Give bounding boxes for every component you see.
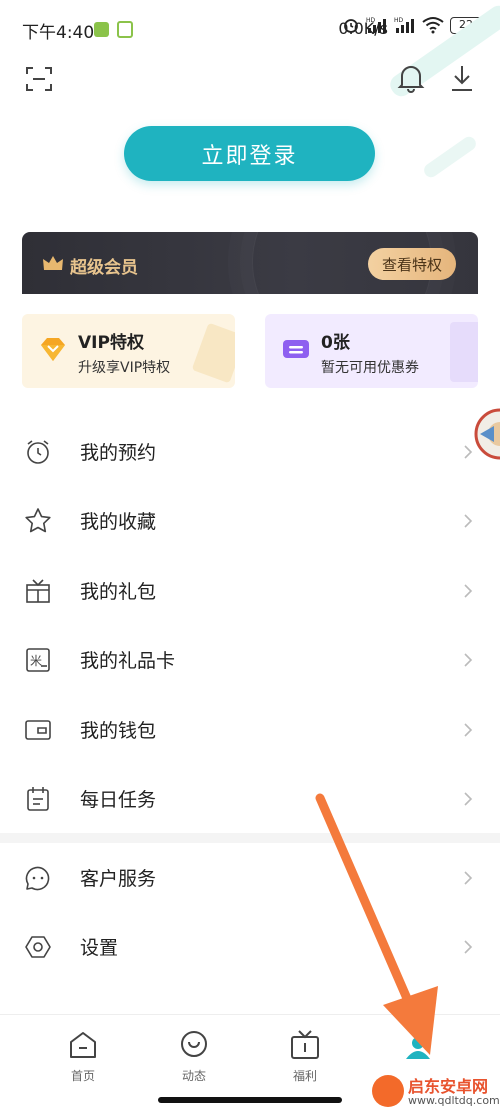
menu-item-customer-service[interactable]: 客户服务 bbox=[0, 843, 500, 912]
vip-diamond-icon bbox=[41, 338, 65, 361]
menu-label: 每日任务 bbox=[80, 789, 157, 811]
settings-icon bbox=[25, 935, 51, 958]
home-indicator[interactable] bbox=[158, 1097, 342, 1103]
coupon-card-title: 0张 bbox=[321, 333, 350, 353]
super-vip-banner[interactable]: 超级会员 查看特权 bbox=[22, 232, 478, 298]
alarm-clock-icon bbox=[27, 439, 49, 464]
customer-service-icon bbox=[25, 866, 50, 890]
view-privileges-button[interactable]: 查看特权 bbox=[368, 248, 456, 280]
nav-feed[interactable]: 动态 bbox=[154, 1029, 234, 1095]
nav-home-label: 首页 bbox=[70, 1069, 95, 1083]
vip-privilege-card[interactable]: VIP特权 升级享VIP特权 bbox=[22, 314, 235, 388]
menu-label: 我的预约 bbox=[80, 442, 157, 464]
signal-icon: HD bbox=[366, 17, 386, 33]
notification-app-icon bbox=[94, 22, 109, 37]
menu-item-gift-packs[interactable]: 我的礼包 bbox=[0, 556, 500, 625]
chevron-right-icon bbox=[464, 583, 473, 598]
svg-text:HD: HD bbox=[394, 17, 404, 24]
chevron-right-icon bbox=[464, 652, 473, 667]
menu-label: 我的钱包 bbox=[80, 720, 157, 742]
watermark-logo-icon bbox=[372, 1075, 404, 1107]
coupon-card-subtitle: 暂无可用优惠券 bbox=[321, 360, 419, 376]
crown-icon bbox=[43, 256, 63, 270]
menu-item-wallet[interactable]: 我的钱包 bbox=[0, 695, 500, 764]
card-decoration bbox=[191, 322, 235, 384]
wallet-icon bbox=[25, 719, 51, 740]
svg-text:HD: HD bbox=[366, 17, 376, 24]
alarm-icon bbox=[344, 19, 358, 33]
login-button[interactable]: 立即登录 bbox=[124, 126, 375, 181]
profile-icon bbox=[406, 1037, 430, 1059]
feed-icon bbox=[181, 1031, 207, 1057]
star-icon bbox=[25, 507, 51, 532]
menu-label: 设置 bbox=[80, 937, 119, 959]
menu-item-daily-tasks[interactable]: 每日任务 bbox=[0, 764, 500, 833]
menu-item-favorites[interactable]: 我的收藏 bbox=[0, 486, 500, 555]
header-decoration-2 bbox=[421, 134, 479, 180]
vip-card-title: VIP特权 bbox=[78, 333, 144, 353]
menu-label: 我的礼品卡 bbox=[80, 650, 176, 672]
signal-icon-2: HD bbox=[394, 17, 414, 33]
svg-text:米: 米 bbox=[30, 654, 42, 668]
coupon-card[interactable]: 0张 暂无可用优惠券 bbox=[265, 314, 478, 388]
vip-banner-title: 超级会员 bbox=[70, 258, 138, 278]
watermark-url: www.qdltdq.com bbox=[408, 1094, 500, 1107]
calendar-task-icon bbox=[27, 786, 49, 811]
nav-welfare[interactable]: 福利 bbox=[265, 1029, 345, 1095]
menu-label: 我的收藏 bbox=[80, 511, 157, 533]
nav-home[interactable]: 首页 bbox=[43, 1029, 123, 1095]
home-icon bbox=[70, 1032, 96, 1058]
download-icon[interactable] bbox=[447, 62, 477, 94]
chevron-right-icon bbox=[464, 722, 473, 737]
floating-mascot-icon[interactable] bbox=[466, 404, 500, 462]
gift-tv-icon bbox=[291, 1030, 319, 1059]
card-decoration bbox=[450, 322, 478, 382]
wifi-icon bbox=[422, 17, 444, 34]
gift-card-icon: 米 bbox=[26, 647, 50, 672]
scan-icon[interactable] bbox=[24, 64, 54, 94]
chevron-right-icon bbox=[464, 513, 473, 528]
nav-welfare-label: 福利 bbox=[292, 1069, 317, 1083]
menu-item-reservations[interactable]: 我的预约 bbox=[0, 417, 500, 486]
gift-box-icon bbox=[26, 578, 50, 603]
bell-icon[interactable] bbox=[396, 62, 426, 94]
vip-card-subtitle: 升级享VIP特权 bbox=[78, 360, 171, 376]
status-time: 下午4:40 bbox=[22, 23, 95, 43]
menu-label: 客户服务 bbox=[80, 868, 157, 890]
menu-item-gift-cards[interactable]: 米 我的礼品卡 bbox=[0, 625, 500, 694]
section-divider bbox=[0, 833, 500, 843]
chevron-right-icon bbox=[464, 939, 473, 954]
status-bar: 下午4:40 0.0K/s HD HD 22 bbox=[0, 0, 500, 60]
notification-app-icon-2 bbox=[117, 21, 133, 38]
chevron-right-icon bbox=[464, 791, 473, 806]
menu-label: 我的礼包 bbox=[80, 581, 157, 603]
nav-feed-label: 动态 bbox=[181, 1069, 206, 1083]
chevron-right-icon bbox=[464, 870, 473, 885]
coupon-icon bbox=[283, 340, 309, 358]
menu-item-settings[interactable]: 设置 bbox=[0, 912, 500, 981]
watermark: 启东安卓网 www.qdltdq.com bbox=[372, 1073, 500, 1109]
